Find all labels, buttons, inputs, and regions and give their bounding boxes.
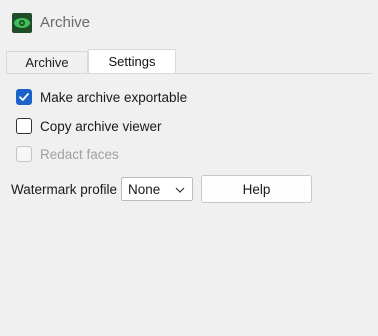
window-title: Archive: [40, 14, 91, 31]
make-exportable-option[interactable]: Make archive exportable: [16, 88, 187, 106]
eye-icon: [12, 13, 32, 33]
copy-viewer-checkbox[interactable]: [16, 118, 32, 134]
help-button[interactable]: Help: [201, 175, 313, 203]
title-bar: Archive: [0, 0, 378, 46]
watermark-profile-label: Watermark profile: [11, 181, 118, 197]
copy-viewer-label: Copy archive viewer: [40, 118, 162, 134]
chevron-down-icon: [175, 187, 185, 193]
make-exportable-label: Make archive exportable: [40, 89, 188, 105]
tab-settings[interactable]: Settings: [88, 49, 176, 74]
watermark-selected-value: None: [128, 181, 161, 197]
copy-viewer-option[interactable]: Copy archive viewer: [16, 117, 162, 135]
settings-panel: Make archive exportable Copy archive vie…: [6, 73, 372, 336]
checkmark-icon: [19, 93, 29, 101]
watermark-row: Watermark profile None Help: [11, 175, 313, 203]
watermark-profile-select[interactable]: None: [121, 177, 194, 201]
tab-archive[interactable]: Archive: [6, 51, 88, 73]
redact-faces-label: Redact faces: [40, 146, 119, 162]
redact-faces-option: Redact faces: [16, 145, 119, 163]
redact-faces-checkbox: [16, 146, 32, 162]
make-exportable-checkbox[interactable]: [16, 89, 32, 105]
